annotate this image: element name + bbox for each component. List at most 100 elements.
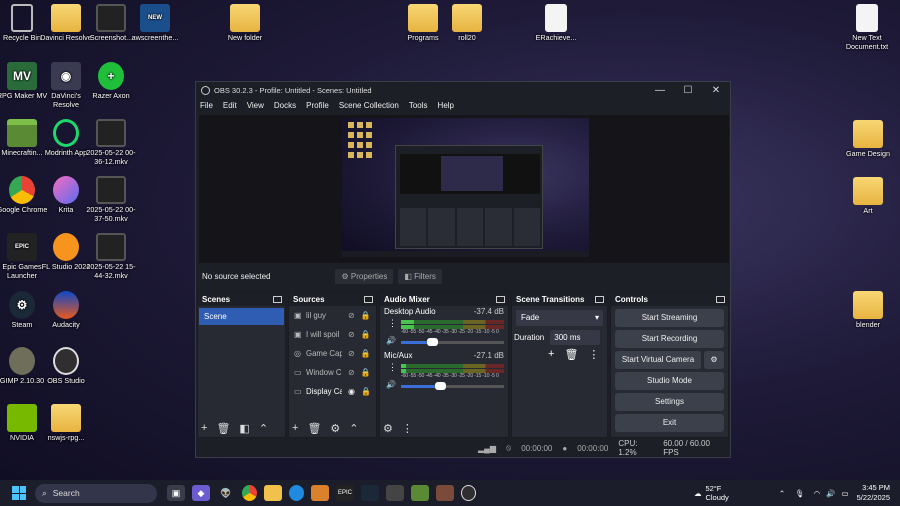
transition-select[interactable]: Fade ▾: [516, 310, 603, 326]
store-icon[interactable]: [311, 485, 329, 501]
move-scene-up-button[interactable]: ⌃: [259, 422, 268, 435]
visibility-hidden-icon[interactable]: ⊘: [348, 330, 355, 339]
desktop-icon-art[interactable]: Art: [841, 177, 895, 216]
copilot-icon[interactable]: ◆: [192, 485, 210, 501]
file-explorer-icon[interactable]: [264, 485, 282, 501]
game-taskbar-icon[interactable]: [386, 485, 404, 501]
source-item[interactable]: ▭ Window C ⊘ 🔒: [289, 363, 376, 382]
remove-transition-button[interactable]: 🗑: [564, 348, 578, 361]
properties-button[interactable]: ⚙ Properties: [335, 268, 394, 284]
preview-area[interactable]: [199, 115, 729, 263]
remove-scene-button[interactable]: 🗑: [216, 422, 230, 435]
undock-icon[interactable]: [716, 295, 725, 303]
settings-button[interactable]: Settings: [615, 393, 724, 411]
desktop-icon-game-design[interactable]: Game Design: [841, 120, 895, 159]
lock-icon[interactable]: 🔒: [361, 311, 371, 320]
source-item[interactable]: ▣ I will spoil ⊘ 🔒: [289, 325, 376, 344]
undock-icon[interactable]: [364, 295, 373, 303]
volume-slider[interactable]: [401, 338, 504, 346]
exit-button[interactable]: Exit: [615, 414, 724, 432]
desktop-icon-blender[interactable]: blender: [841, 291, 895, 330]
minimize-button[interactable]: —: [646, 85, 674, 96]
start-streaming-button[interactable]: Start Streaming: [615, 309, 724, 327]
menu-scene-collection[interactable]: Scene Collection: [339, 101, 399, 110]
app-taskbar-icon[interactable]: [436, 485, 454, 501]
desktop-icon-roll20[interactable]: roll20: [440, 4, 494, 43]
volume-slider[interactable]: [401, 382, 504, 390]
channel-menu-button[interactable]: ⋮: [388, 362, 397, 373]
battery-icon[interactable]: ▭: [842, 489, 849, 498]
transition-menu-button[interactable]: ⋮: [588, 348, 599, 361]
menu-tools[interactable]: Tools: [409, 101, 428, 110]
edge-icon[interactable]: [289, 485, 304, 501]
add-transition-button[interactable]: +: [548, 348, 554, 361]
audio-settings-gear-icon[interactable]: ⚙: [383, 422, 393, 435]
menu-view[interactable]: View: [247, 101, 264, 110]
epic-games-taskbar-icon[interactable]: EPIC: [336, 485, 354, 501]
close-button[interactable]: ✕: [702, 85, 730, 96]
add-source-button[interactable]: +: [292, 422, 298, 434]
desktop-icon-obs-studio[interactable]: OBS Studio: [39, 347, 93, 386]
microphone-icon[interactable]: 🎙: [795, 489, 805, 498]
desktop-icon-video-1[interactable]: 2025-05-22 00-36-12.mkv: [84, 119, 138, 166]
obs-titlebar[interactable]: OBS 30.2.3 - Profile: Untitled - Scenes:…: [196, 82, 730, 98]
wifi-icon[interactable]: ◠: [814, 489, 821, 498]
menu-docks[interactable]: Docks: [274, 101, 296, 110]
filters-button[interactable]: ◧ Filters: [398, 268, 442, 284]
audio-menu-button[interactable]: ⋮: [402, 422, 413, 435]
source-item[interactable]: ▭ Display Ca ◉ 🔒: [289, 382, 376, 401]
volume-icon[interactable]: 🔊: [826, 489, 835, 498]
maximize-button[interactable]: ☐: [674, 85, 702, 96]
visibility-icon[interactable]: ◉: [348, 387, 355, 396]
menu-file[interactable]: File: [200, 101, 213, 110]
scene-item[interactable]: Scene: [199, 308, 284, 325]
desktop-icon-video-2[interactable]: 2025-05-22 00-37-50.mkv: [84, 176, 138, 223]
move-source-up-button[interactable]: ⌃: [349, 422, 358, 435]
undock-icon[interactable]: [595, 295, 604, 303]
undock-icon[interactable]: [273, 295, 282, 303]
lock-icon[interactable]: 🔒: [361, 368, 371, 377]
source-item[interactable]: ◎ Game Cap ⊘ 🔒: [289, 344, 376, 363]
duration-input[interactable]: 300 ms: [550, 330, 601, 345]
task-view-icon[interactable]: ▣: [167, 485, 185, 501]
start-recording-button[interactable]: Start Recording: [615, 330, 724, 348]
desktop-icon-erachieve[interactable]: ERachieve...: [529, 4, 583, 43]
lock-icon[interactable]: 🔒: [361, 330, 371, 339]
desktop-icon-nswjs-folder[interactable]: nswjs-rpg...: [39, 404, 93, 443]
menu-help[interactable]: Help: [438, 101, 454, 110]
desktop-icon-new-text-document[interactable]: New Text Document.txt: [840, 4, 894, 51]
start-windows-icon[interactable]: [12, 486, 26, 500]
minecraft-taskbar-icon[interactable]: [411, 485, 429, 501]
steam-taskbar-icon[interactable]: [361, 485, 379, 501]
speaker-icon[interactable]: 🔊: [386, 336, 396, 345]
desktop-icon-new-folder[interactable]: New folder: [218, 4, 272, 43]
taskbar-search-box[interactable]: ⌕ Search: [35, 483, 157, 503]
speaker-icon[interactable]: 🔊: [386, 380, 396, 389]
add-scene-button[interactable]: +: [201, 422, 207, 434]
obs-taskbar-icon[interactable]: [461, 485, 476, 501]
desktop-icon-awscreenthemes[interactable]: NEW awscreenthe...: [128, 4, 182, 43]
lock-icon[interactable]: 🔒: [361, 387, 371, 396]
menu-edit[interactable]: Edit: [223, 101, 237, 110]
undock-icon[interactable]: [496, 295, 505, 303]
alien-app-icon[interactable]: 👽: [217, 485, 235, 501]
lock-icon[interactable]: 🔒: [361, 349, 371, 358]
menu-profile[interactable]: Profile: [306, 101, 329, 110]
channel-menu-button[interactable]: ⋮: [388, 318, 397, 329]
chrome-taskbar-icon[interactable]: [242, 485, 257, 501]
desktop-icon-video-3[interactable]: 2025-05-22 15-44-32.mkv: [84, 233, 138, 280]
chevron-up-icon[interactable]: ⌃: [779, 489, 785, 498]
visibility-hidden-icon[interactable]: ⊘: [348, 349, 355, 358]
scene-filters-button[interactable]: ◧: [239, 422, 249, 435]
start-virtual-camera-button[interactable]: Start Virtual Camera: [615, 351, 701, 369]
clock[interactable]: 3:45 PM 5/22/2025: [857, 483, 890, 503]
visibility-hidden-icon[interactable]: ⊘: [348, 368, 355, 377]
source-item[interactable]: ▣ lil guy ⊘ 🔒: [289, 306, 376, 325]
remove-source-button[interactable]: 🗑: [307, 422, 321, 435]
desktop-icon-razer-axon[interactable]: + Razer Axon: [84, 62, 138, 101]
weather-widget[interactable]: 52°F Cloudy: [705, 484, 728, 502]
virtual-camera-settings-gear-icon[interactable]: ⚙: [704, 351, 724, 369]
visibility-hidden-icon[interactable]: ⊘: [348, 311, 355, 320]
studio-mode-button[interactable]: Studio Mode: [615, 372, 724, 390]
desktop-icon-audacity[interactable]: Audacity: [39, 291, 93, 330]
